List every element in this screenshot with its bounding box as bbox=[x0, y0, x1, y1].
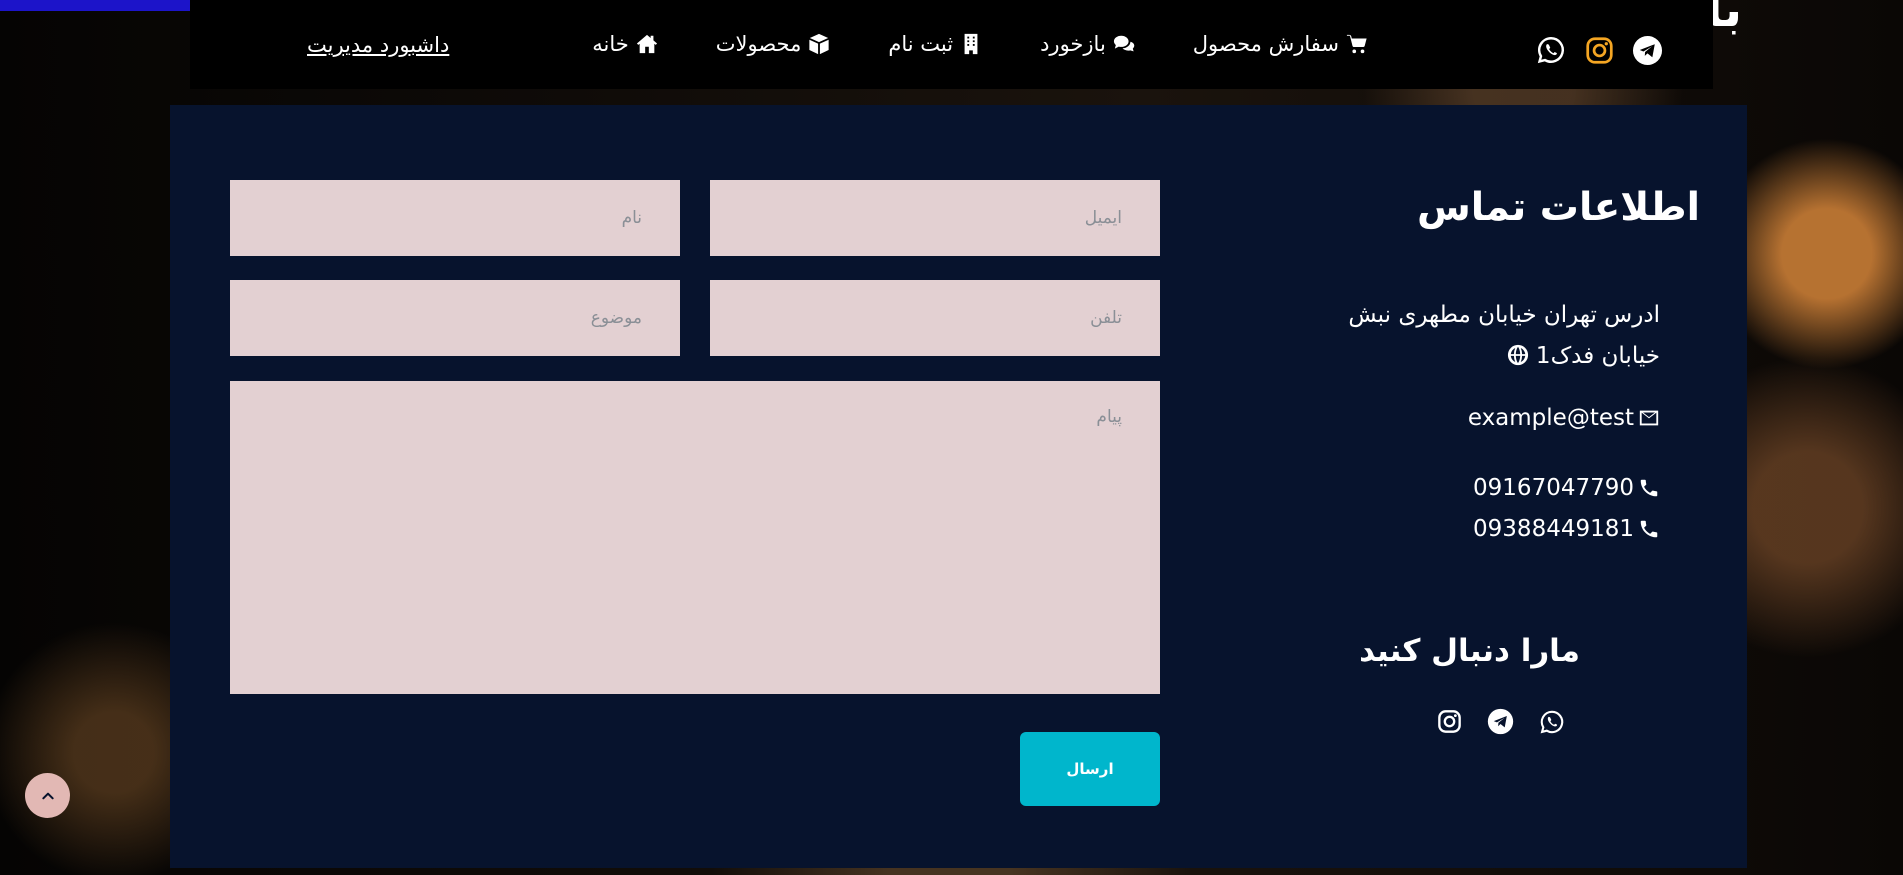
email-field[interactable] bbox=[710, 180, 1160, 256]
follow-social-icons bbox=[1433, 705, 1568, 738]
email-text: example@test bbox=[1467, 405, 1634, 431]
cart-icon bbox=[1346, 34, 1367, 54]
nav-item-label: ثبت نام bbox=[888, 32, 954, 56]
contact-panel: اطلاعات تماس ادرس تهران خیابان مطهری نبش… bbox=[170, 105, 1747, 868]
home-icon bbox=[636, 34, 657, 54]
envelope-icon bbox=[1639, 410, 1659, 426]
nav-item-order-product[interactable]: سفارش محصول bbox=[1193, 32, 1368, 56]
building-icon bbox=[964, 33, 978, 55]
phone-icon bbox=[1640, 479, 1658, 497]
address: ادرس تهران خیابان مطهری نبش خیابان فدک1 bbox=[1320, 295, 1660, 377]
phone-text: 09167047790 bbox=[1473, 475, 1634, 501]
nav-item-label: بازخورد bbox=[1040, 32, 1106, 56]
message-field[interactable] bbox=[230, 381, 1160, 694]
nav-item-register[interactable]: ثبت نام bbox=[888, 32, 982, 56]
phone-line: 09388449181 bbox=[1473, 516, 1660, 542]
send-button[interactable]: ارسال bbox=[1020, 732, 1160, 806]
phone-field[interactable] bbox=[710, 280, 1160, 356]
admin-dashboard-link[interactable]: داشبورد مدیریت bbox=[307, 33, 449, 57]
contact-info-title: اطلاعات تماس bbox=[1416, 185, 1700, 230]
nav-item-home[interactable]: خانه bbox=[592, 32, 657, 56]
navbar-social-icons bbox=[1535, 34, 1663, 66]
address-text: ادرس تهران خیابان مطهری نبش خیابان فدک1 bbox=[1348, 302, 1660, 369]
phone-line: 09167047790 bbox=[1473, 475, 1660, 501]
phone-text: 09388449181 bbox=[1473, 516, 1634, 542]
email-line: example@test bbox=[1468, 405, 1660, 431]
nav-item-feedback[interactable]: بازخورد bbox=[1040, 32, 1135, 56]
nav-item-label: سفارش محصول bbox=[1192, 32, 1339, 56]
telegram-icon[interactable] bbox=[1631, 34, 1663, 66]
nav-item-label: محصولات bbox=[715, 32, 802, 56]
scroll-to-top-button[interactable] bbox=[25, 773, 70, 818]
globe-icon bbox=[1507, 344, 1528, 366]
whatsapp-icon[interactable] bbox=[1535, 705, 1568, 738]
chevron-up-icon bbox=[41, 792, 54, 799]
navbar: سفارش محصول بازخورد ثبت نام محصولات خانه… bbox=[190, 0, 1713, 89]
subject-field[interactable] bbox=[230, 280, 680, 356]
instagram-icon[interactable] bbox=[1433, 705, 1466, 738]
comments-icon bbox=[1113, 35, 1135, 52]
name-field[interactable] bbox=[230, 180, 680, 256]
follow-us-title: مارا دنبال کنید bbox=[1359, 633, 1580, 669]
whatsapp-icon[interactable] bbox=[1535, 34, 1567, 66]
nav-menu: سفارش محصول بازخورد ثبت نام محصولات خانه bbox=[592, 32, 1368, 56]
nav-item-products[interactable]: محصولات bbox=[716, 32, 831, 56]
top-accent-bar bbox=[0, 0, 190, 11]
box-icon bbox=[809, 33, 829, 55]
contact-info: اطلاعات تماس ادرس تهران خیابان مطهری نبش… bbox=[1300, 105, 1700, 868]
nav-item-label: خانه bbox=[592, 32, 629, 56]
instagram-icon[interactable] bbox=[1583, 34, 1615, 66]
telegram-icon[interactable] bbox=[1484, 705, 1517, 738]
phone-icon bbox=[1640, 520, 1658, 538]
